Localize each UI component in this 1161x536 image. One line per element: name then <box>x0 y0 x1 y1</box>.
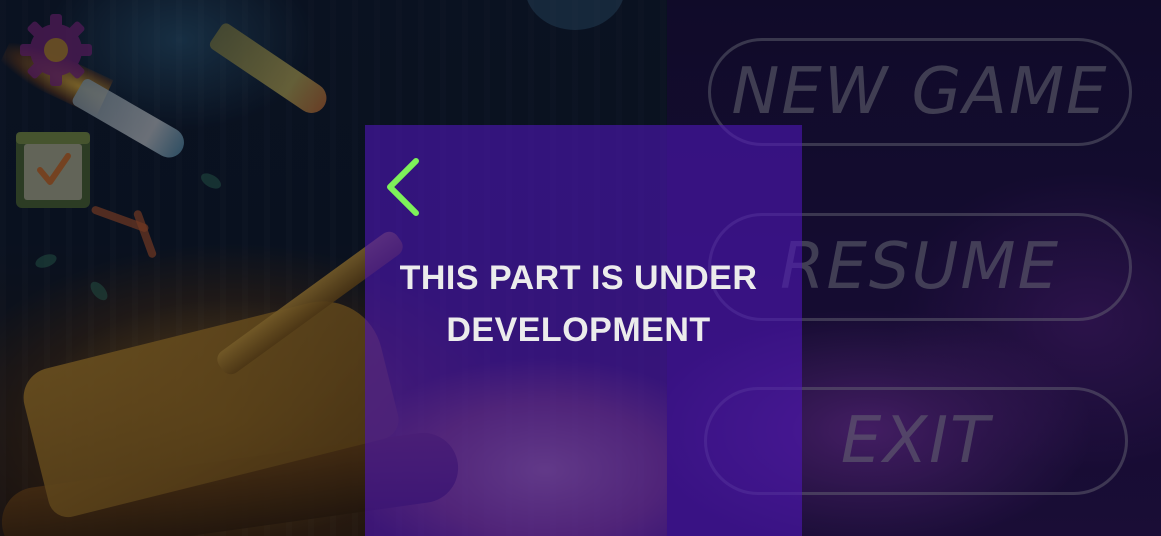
modal-message: THIS PART IS UNDER DEVELOPMENT <box>365 252 802 356</box>
message-line-1: THIS PART IS UNDER <box>399 259 758 297</box>
chevron-left-icon <box>387 158 419 216</box>
message-line-2: DEVELOPMENT <box>446 311 711 349</box>
game-screen: NEW GAME RESUME EXIT THIS PART IS UNDER … <box>0 0 1161 536</box>
back-button[interactable] <box>378 155 426 219</box>
